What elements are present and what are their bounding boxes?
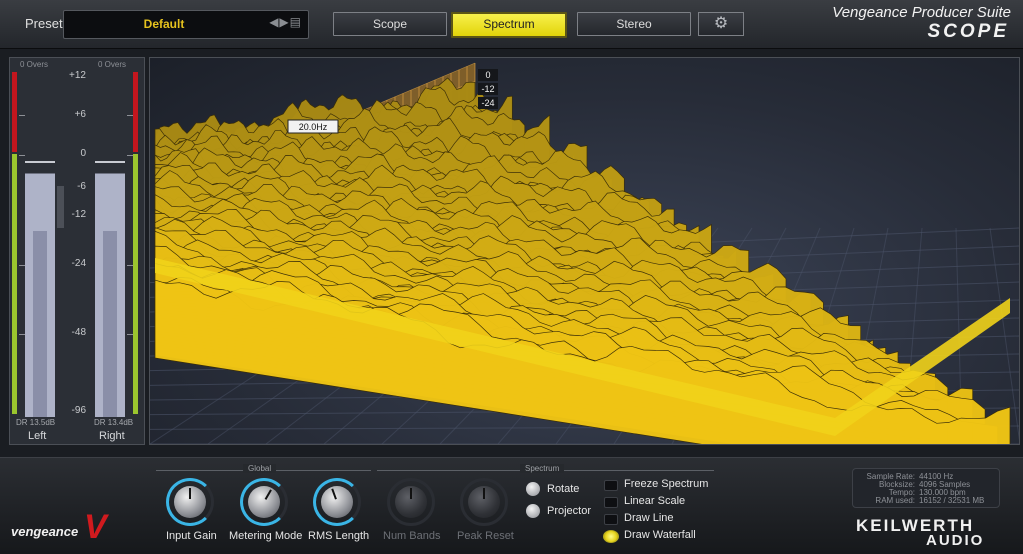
- rms-length-knob[interactable]: [313, 478, 361, 526]
- left-level-bar: [25, 173, 55, 417]
- info-value: 16152 / 32531 MB: [919, 496, 985, 505]
- metering-mode-knob[interactable]: [240, 478, 288, 526]
- tab-scope[interactable]: Scope: [333, 12, 447, 36]
- projector-radio[interactable]: [526, 504, 540, 518]
- linear-scale-checkbox[interactable]: [604, 497, 618, 508]
- tab-stereo[interactable]: Stereo: [577, 12, 691, 36]
- meter-scale-label: -96: [71, 405, 86, 416]
- metering-mode-label: Metering Mode: [229, 530, 303, 542]
- preset-selector[interactable]: Default ◀▶▤: [63, 10, 309, 39]
- left-rms-bar: [33, 231, 47, 417]
- keilwerth-audio-logo: AUDIO: [926, 532, 985, 549]
- projector-label: Projector: [547, 505, 592, 517]
- meter-scale-label: -24: [71, 258, 86, 269]
- meter-scale-label: -48: [71, 327, 86, 338]
- preset-name[interactable]: Default: [64, 17, 264, 31]
- audio-info-panel: Sample Rate: 44100 Hz Blocksize: 4096 Samp…: [852, 468, 1000, 508]
- vengeance-logo-mark: V: [84, 508, 107, 546]
- right-channel-label: Right: [99, 430, 125, 442]
- input-gain-knob[interactable]: [166, 478, 214, 526]
- spectrum-waterfall-display[interactable]: 20.0Hz 0 -12 -24: [149, 57, 1020, 445]
- right-rms-bar: [103, 231, 117, 417]
- top-bar: Preset Default ◀▶▤ Scope Spectrum Stereo…: [0, 0, 1023, 49]
- peak-reset-knob[interactable]: [460, 478, 508, 526]
- global-group-title: Global: [243, 464, 277, 473]
- tick: [127, 115, 133, 116]
- freeze-spectrum-label: Freeze Spectrum: [624, 478, 709, 490]
- preset-label: Preset: [25, 16, 63, 31]
- draw-waterfall-checkbox[interactable]: [603, 530, 619, 543]
- tick: [127, 265, 133, 266]
- waterfall-graph: 20.0Hz 0 -12 -24: [150, 62, 1019, 444]
- tick: [19, 115, 25, 116]
- tab-spectrum[interactable]: Spectrum: [451, 12, 567, 38]
- frequency-tooltip: 20.0Hz: [299, 122, 328, 132]
- tick: [127, 334, 133, 335]
- right-overs[interactable]: 0 Overs: [98, 60, 126, 69]
- spectrum-group-title: Spectrum: [520, 464, 565, 473]
- safe-zone: [133, 154, 138, 414]
- knob-pointer: [483, 488, 485, 499]
- clip-zone: [12, 72, 17, 152]
- db-label: -24: [481, 98, 494, 108]
- meter-scale-label: +6: [74, 109, 86, 120]
- tick: [127, 155, 133, 156]
- input-gain-label: Input Gain: [166, 530, 217, 542]
- knob-cap: [248, 486, 280, 518]
- num-bands-label: Num Bands: [383, 530, 441, 542]
- brand-title: Vengeance Producer Suite: [832, 4, 1011, 21]
- knob-pointer: [189, 488, 191, 499]
- info-key: RAM used:: [875, 496, 915, 505]
- linear-scale-label: Linear Scale: [624, 495, 686, 507]
- draw-line-checkbox[interactable]: [604, 514, 618, 525]
- freeze-spectrum-checkbox[interactable]: [604, 480, 618, 491]
- left-clip-rail: [12, 72, 17, 414]
- level-meter-panel: 0 Overs 0 Overs +12 +6 0 -6 -12 -24 -48 …: [9, 57, 145, 445]
- brand-scope-logo: SCOPE: [927, 21, 1009, 42]
- meter-divider-slot: [57, 186, 64, 228]
- tick: [19, 155, 25, 156]
- rotate-label: Rotate: [547, 483, 580, 495]
- draw-line-label: Draw Line: [624, 512, 674, 524]
- draw-waterfall-label: Draw Waterfall: [624, 529, 696, 541]
- knob-cap: [321, 486, 353, 518]
- right-level-bar: [95, 173, 125, 417]
- db-label: 0: [485, 70, 490, 80]
- left-dr-readout: DR 13.5dB: [16, 418, 56, 427]
- knob-pointer: [410, 488, 412, 499]
- num-bands-knob[interactable]: [387, 478, 435, 526]
- vengeance-logo-text: vengeance: [11, 524, 79, 539]
- right-dr-readout: DR 13.4dB: [94, 418, 134, 427]
- left-channel-label: Left: [28, 430, 47, 442]
- left-peak-hold: [25, 161, 55, 163]
- rotate-radio[interactable]: [526, 482, 540, 496]
- meter-scale-label: +12: [69, 70, 86, 81]
- meter-scale-label: 0: [80, 148, 86, 159]
- db-label: -12: [481, 84, 494, 94]
- right-peak-hold: [95, 161, 125, 163]
- right-clip-rail: [133, 72, 138, 414]
- peak-reset-label: Peak Reset: [457, 530, 514, 542]
- safe-zone: [12, 154, 17, 414]
- preset-nav-icons[interactable]: ◀▶▤: [269, 15, 302, 29]
- left-overs[interactable]: 0 Overs: [20, 60, 48, 69]
- rms-length-label: RMS Length: [308, 530, 370, 542]
- gear-icon[interactable]: ⚙: [698, 12, 744, 36]
- clip-zone: [133, 72, 138, 152]
